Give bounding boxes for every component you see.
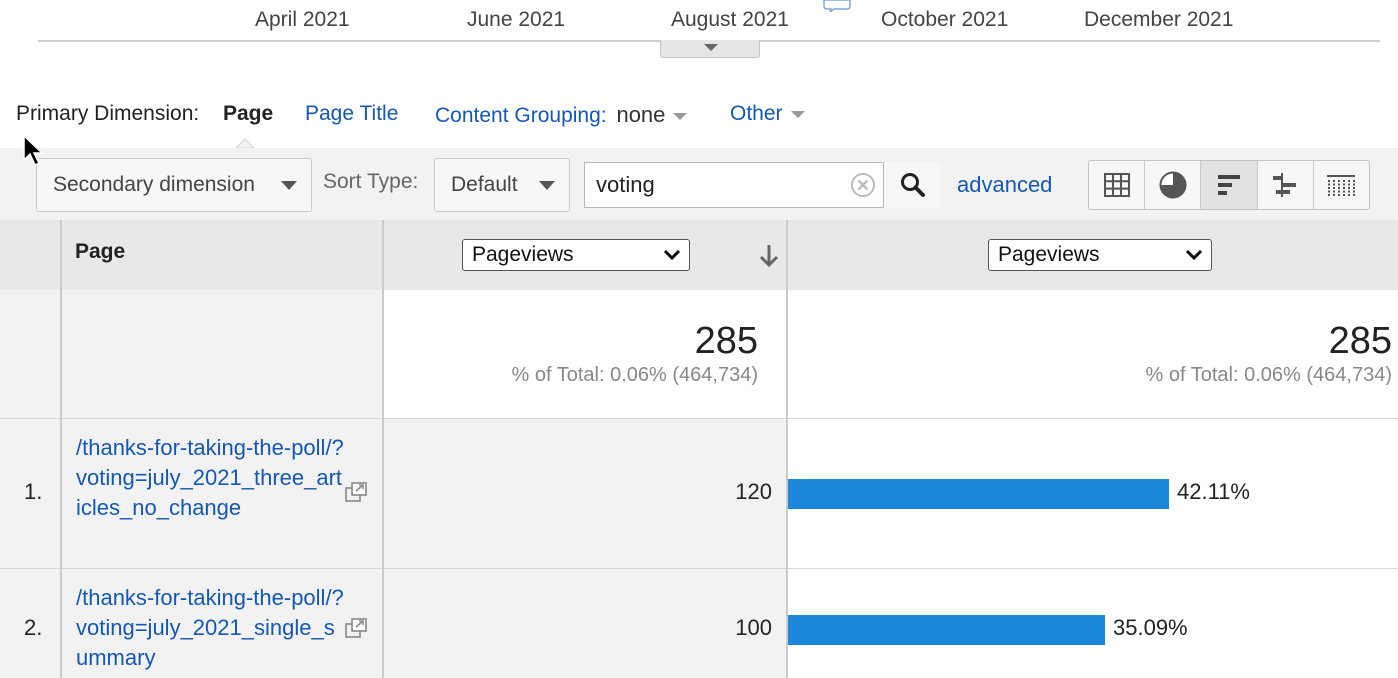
external-link-icon[interactable] xyxy=(344,617,368,639)
totals-row: 285 % of Total: 0.06% (464,734) 285 % of… xyxy=(0,290,1398,418)
timeline-label: June 2021 xyxy=(467,8,566,31)
metric-select-value: Pageviews xyxy=(472,243,574,266)
pivot-icon xyxy=(1327,175,1356,196)
view-switcher xyxy=(1088,160,1370,210)
table-search xyxy=(584,162,940,208)
percentage-bar xyxy=(788,615,1105,645)
chevron-down-icon xyxy=(1185,249,1203,261)
pivot-view-button[interactable] xyxy=(1314,161,1369,209)
metric-select-value: Pageviews xyxy=(998,243,1100,266)
row-number: 2. xyxy=(24,615,43,640)
sort-type-button[interactable]: Default xyxy=(434,158,570,212)
comparison-view-button[interactable] xyxy=(1258,161,1314,209)
column-divider xyxy=(60,220,62,678)
chevron-down-icon xyxy=(704,44,718,51)
total-value: 285 xyxy=(1328,320,1392,362)
row-number: 1. xyxy=(24,479,43,504)
percentage-label: 42.11% xyxy=(1177,479,1250,504)
timeline-label: December 2021 xyxy=(1084,8,1234,31)
advanced-filter-link[interactable]: advanced xyxy=(957,172,1052,198)
dimension-page-title[interactable]: Page Title xyxy=(305,102,398,126)
secondary-dimension-label: Secondary dimension xyxy=(53,173,255,196)
total-percentage: % of Total: 0.06% (464,734) xyxy=(1145,364,1392,386)
page-link[interactable]: /thanks-for-taking-the-poll/?voting=july… xyxy=(76,583,346,673)
pie-chart-icon xyxy=(1159,171,1187,199)
chevron-down-icon xyxy=(539,181,555,190)
timeline-label: August 2021 xyxy=(671,8,789,31)
content-grouping-label: Content Grouping: xyxy=(435,104,607,127)
metric-select-comparison[interactable]: Pageviews xyxy=(988,239,1212,271)
grid-icon xyxy=(1103,173,1130,197)
sort-type-label: Sort Type: xyxy=(323,170,419,193)
timeline-label: April 2021 xyxy=(255,8,350,31)
chevron-down-icon xyxy=(790,110,805,118)
total-value: 285 xyxy=(694,320,758,362)
sort-type-value: Default xyxy=(451,173,518,196)
dimension-page: Page xyxy=(223,102,274,125)
pageviews-value: 120 xyxy=(735,479,772,504)
content-grouping-dropdown[interactable]: Content Grouping: none xyxy=(435,102,688,128)
chevron-down-icon xyxy=(673,112,688,120)
primary-dimension-label: Primary Dimension: xyxy=(16,102,200,125)
table-row: 2. /thanks-for-taking-the-poll/?voting=j… xyxy=(0,568,1398,678)
search-input[interactable] xyxy=(585,163,883,207)
performance-view-button[interactable] xyxy=(1201,161,1258,209)
other-label: Other xyxy=(730,102,783,125)
timeline: April 2021 June 2021 August 2021 October… xyxy=(0,0,1398,60)
clear-icon[interactable] xyxy=(850,172,876,198)
chevron-down-icon xyxy=(663,249,681,261)
chevron-down-icon xyxy=(281,181,297,190)
pie-view-button[interactable] xyxy=(1145,161,1202,209)
bar-chart-icon xyxy=(1218,175,1240,195)
percentage-bar xyxy=(788,479,1169,509)
page-link[interactable]: /thanks-for-taking-the-poll/?voting=july… xyxy=(76,433,346,523)
column-divider xyxy=(382,220,384,678)
active-tab-notch xyxy=(236,138,254,148)
column-divider xyxy=(786,220,788,678)
pageviews-value: 100 xyxy=(735,615,772,640)
other-dimension-dropdown[interactable]: Other xyxy=(730,102,805,126)
grid-view-button[interactable] xyxy=(1089,161,1146,209)
sort-descending-icon[interactable] xyxy=(758,243,780,269)
percentage-label: 35.09% xyxy=(1113,615,1188,640)
annotation-icon[interactable] xyxy=(822,0,852,12)
search-button[interactable] xyxy=(883,162,940,208)
totals-label-cell xyxy=(0,290,384,418)
mouse-cursor-icon xyxy=(23,134,44,167)
metric-select-primary[interactable]: Pageviews xyxy=(462,239,690,271)
timeline-label: October 2021 xyxy=(881,8,1009,31)
page-column-header[interactable]: Page xyxy=(75,240,125,264)
table-row: 1. /thanks-for-taking-the-poll/?voting=j… xyxy=(0,418,1398,568)
content-grouping-value: none xyxy=(616,102,666,127)
secondary-dimension-button[interactable]: Secondary dimension xyxy=(36,158,312,212)
search-icon xyxy=(901,173,925,197)
timeline-toggle-button[interactable] xyxy=(660,40,760,58)
total-percentage: % of Total: 0.06% (464,734) xyxy=(511,364,758,386)
external-link-icon[interactable] xyxy=(344,481,368,503)
table-toolbar: Secondary dimension Sort Type: Default a… xyxy=(0,148,1398,220)
comparison-icon xyxy=(1273,173,1297,197)
